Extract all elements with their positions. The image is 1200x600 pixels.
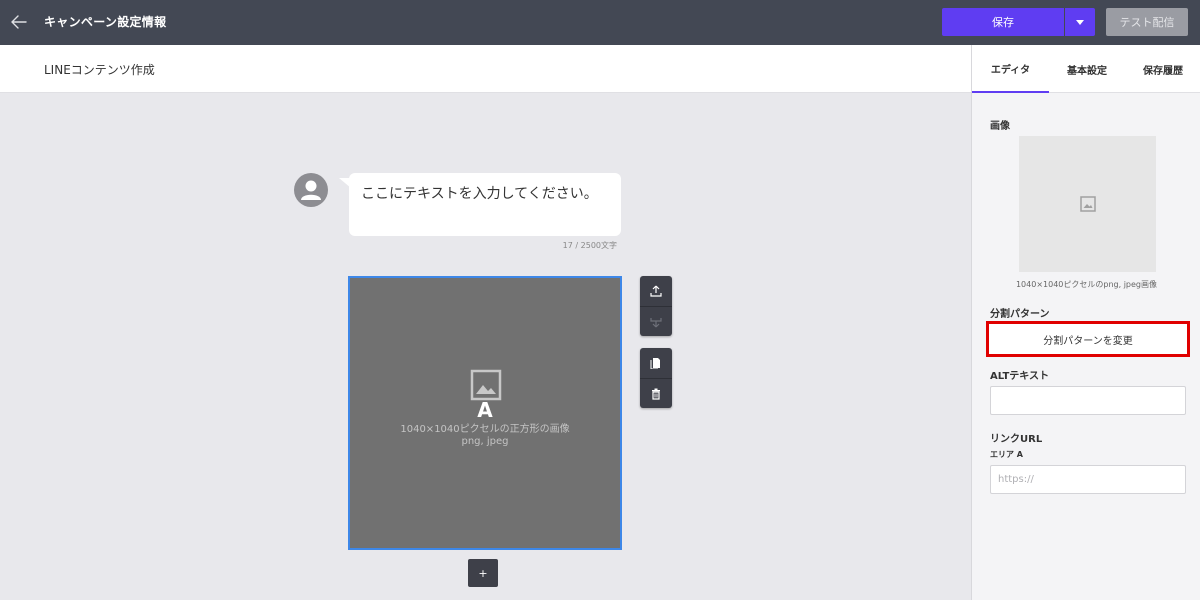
panel-tabs: エディタ 基本設定 保存履歴 [972,45,1200,93]
area-label: A [477,398,493,422]
user-icon [301,180,321,200]
trash-icon [652,388,660,400]
content-header: LINEコンテンツ作成 [0,45,971,93]
tab-basic-settings[interactable]: 基本設定 [1049,45,1125,93]
save-options-dropdown[interactable] [1065,8,1095,36]
move-up-button[interactable] [640,276,672,306]
alt-text-field[interactable] [990,386,1186,415]
save-button[interactable]: 保存 [942,8,1064,36]
image-requirements-caption: 1040×1040ピクセルのpng, jpeg画像 [1015,280,1158,289]
image-section-label: 画像 [990,121,1010,132]
message-bubble[interactable]: ここにテキストを入力してください。 [349,173,621,236]
duplicate-button[interactable] [640,348,672,378]
move-toolbar [640,276,672,336]
delete-button[interactable] [640,378,672,408]
settings-panel: エディタ 基本設定 保存履歴 画像 1040×1040ピクセルのpng, jpe… [971,45,1200,600]
split-pattern-label: 分割パターン [990,309,1050,320]
content-title: LINEコンテンツ作成 [44,63,155,77]
link-url-field[interactable] [990,465,1186,494]
image-placeholder-icon [1079,196,1096,212]
avatar [294,173,328,207]
tab-editor[interactable]: エディタ [972,45,1049,93]
image-message-block[interactable]: A 1040×1040ピクセルの正方形の画像 png, jpeg [348,276,622,550]
move-down-button [640,306,672,336]
change-split-pattern-button[interactable]: 分割パターンを変更 [986,321,1190,357]
top-bar: キャンペーン設定情報 保存 テスト配信 [0,0,1200,45]
add-block-button[interactable]: + [468,559,498,587]
image-size-caption: 1040×1040ピクセルの正方形の画像 [400,424,570,435]
caret-down-icon [1076,19,1084,25]
image-placeholder-icon [470,369,502,401]
char-count: 17 / 2500文字 [562,241,617,250]
image-format-caption: png, jpeg [461,436,509,447]
image-upload-area[interactable] [1019,136,1156,272]
link-url-label: リンクURL [990,434,1043,445]
area-a-label: エリア A [990,450,1023,459]
upload-icon [650,285,662,297]
alt-text-label: ALTテキスト [990,371,1049,382]
download-icon [650,317,662,327]
copy-icon [650,358,660,369]
tab-save-history[interactable]: 保存履歴 [1125,45,1200,93]
block-actions-toolbar [640,348,672,408]
back-arrow-icon[interactable] [9,12,29,32]
test-send-button: テスト配信 [1106,8,1188,36]
page-title: キャンペーン設定情報 [44,15,167,29]
